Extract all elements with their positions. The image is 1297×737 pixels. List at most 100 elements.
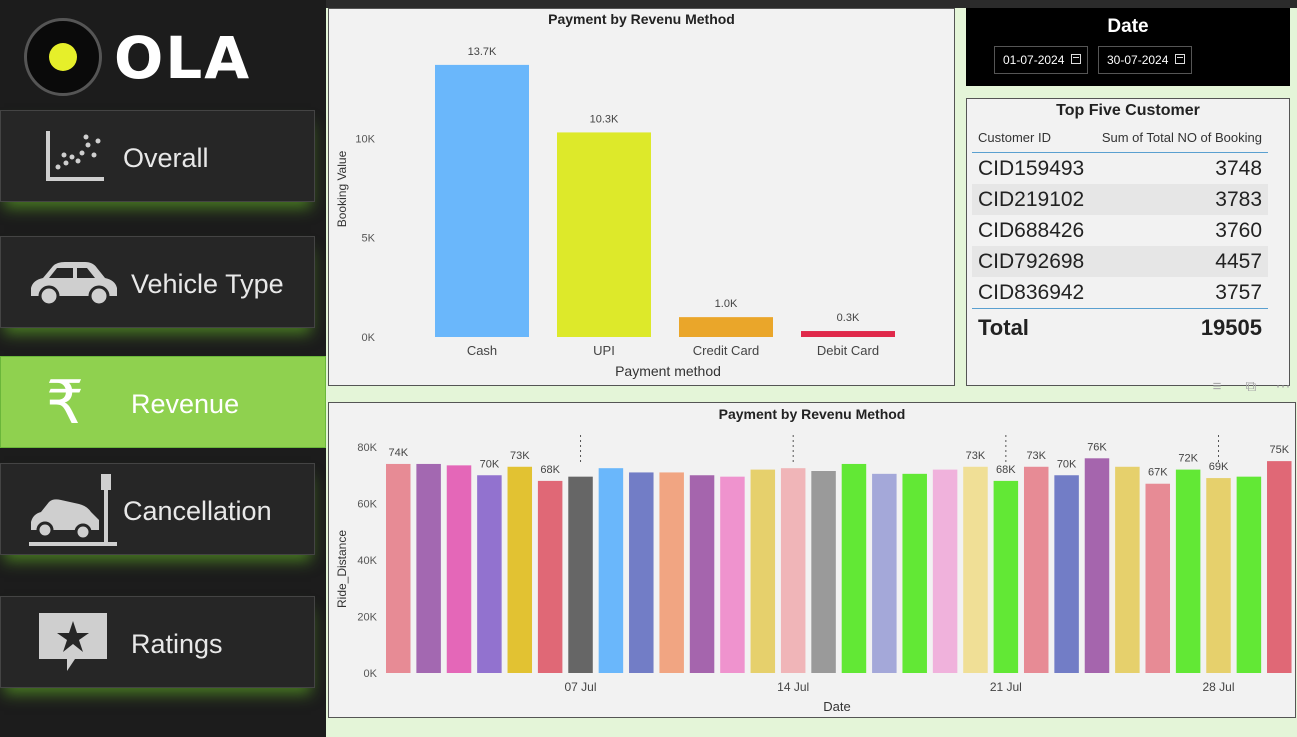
calendar-icon[interactable] xyxy=(1071,54,1081,64)
car-crash-icon xyxy=(27,474,119,546)
ride-distance-bar-chart: 0K 20K 40K 60K 80K 74K 70K 73K 68K 73K 68K 73K 70K 76… xyxy=(335,435,1292,714)
data-label: 73K xyxy=(966,450,986,462)
data-label: 74K xyxy=(388,447,408,459)
table-row: CID688426 3760 xyxy=(972,215,1268,246)
bar xyxy=(1023,466,1049,673)
data-label: 72K xyxy=(1178,453,1198,465)
nav-overall-label: Overall xyxy=(123,143,209,173)
customer-id-cell: CID792698 xyxy=(972,246,1093,277)
payment-method-chart-panel: Payment by Revenu Method 0K 5K 10K 13.7K Cas… xyxy=(328,8,955,386)
bar xyxy=(1267,461,1292,673)
bar xyxy=(841,463,867,673)
bar xyxy=(568,476,593,673)
bar xyxy=(1206,478,1231,673)
table-row: CID159493 3748 xyxy=(972,153,1268,185)
end-date-value: 30-07-2024 xyxy=(1107,53,1169,67)
nav-revenue-button[interactable]: ₹ Revenue xyxy=(0,356,326,448)
y-tick-label: 80K xyxy=(357,442,377,454)
bar xyxy=(993,480,1019,673)
bar xyxy=(1236,476,1262,673)
bar xyxy=(1084,458,1110,673)
bar xyxy=(477,475,502,673)
data-label: 75K xyxy=(1269,444,1289,456)
nav-overall-button[interactable]: Overall xyxy=(0,110,315,202)
nav-ratings-button[interactable]: Ratings xyxy=(0,596,315,688)
x-axis-label: Payment method xyxy=(615,363,721,379)
calendar-icon[interactable] xyxy=(1175,54,1185,64)
bookings-cell: 3748 xyxy=(1215,156,1262,180)
bar xyxy=(1115,466,1140,673)
col-header-total-bookings[interactable]: Sum of Total NO of Booking xyxy=(1092,122,1268,153)
data-label: 67K xyxy=(1148,467,1168,479)
top-customers-table: Customer ID Sum of Total NO of Booking C… xyxy=(972,122,1268,347)
x-tick-label: 21 Jul xyxy=(990,680,1022,694)
y-tick-label: 10K xyxy=(355,133,375,145)
logo-ring-icon xyxy=(24,18,102,96)
table-row: CID792698 4457 xyxy=(972,246,1268,277)
y-axis-label: Booking Value xyxy=(335,150,349,227)
customer-id-cell: CID159493 xyxy=(978,156,1085,180)
start-date-value: 01-07-2024 xyxy=(1003,53,1065,67)
data-label: 70K xyxy=(1057,458,1077,470)
bar xyxy=(557,132,651,337)
bar xyxy=(598,468,624,673)
payment-method-bar-chart: 0K 5K 10K 13.7K Cash 10.3K UPI 1.0K Credit Card 0… xyxy=(335,46,895,379)
car-icon xyxy=(27,249,119,317)
bar xyxy=(416,463,441,673)
y-tick-label: 0K xyxy=(364,668,378,680)
data-label: 13.7K xyxy=(468,46,497,58)
nav-cancellation-button[interactable]: Cancellation xyxy=(0,463,315,555)
data-label: 69K xyxy=(1209,461,1229,473)
nav-vehicle-type-button[interactable]: Vehicle Type xyxy=(0,236,315,328)
x-axis-label: Date xyxy=(823,699,850,714)
col-header-customer-id[interactable]: Customer ID xyxy=(972,122,1093,153)
bar xyxy=(801,331,895,337)
table-row: CID219102 3783 xyxy=(972,184,1268,215)
sidebar: OLA Overall Vehicle Type ₹ Revenue Cance… xyxy=(0,0,326,737)
y-axis-label: Ride_Distance xyxy=(335,530,349,608)
bar xyxy=(446,465,472,673)
customer-id-cell: CID836942 xyxy=(978,280,1085,304)
bar xyxy=(659,472,684,673)
customer-id-cell: CID219102 xyxy=(972,184,1093,215)
nav-cancellation-label: Cancellation xyxy=(123,496,272,526)
total-row: Total 19505 xyxy=(972,308,1268,347)
total-value: 19505 xyxy=(1092,308,1268,347)
date-filter-panel: Date 01-07-2024 30-07-2024 xyxy=(966,8,1290,86)
rupee-icon: ₹ xyxy=(45,368,85,438)
bar xyxy=(1145,483,1170,673)
data-label: 68K xyxy=(996,464,1016,476)
focus-mode-icon[interactable]: ⧉ xyxy=(1238,374,1264,400)
data-label: 76K xyxy=(1087,441,1107,453)
bar xyxy=(679,317,773,337)
x-tick-label: 28 Jul xyxy=(1202,680,1234,694)
table-row: CID836942 3757 xyxy=(972,277,1268,309)
bookings-cell: 3757 xyxy=(1215,280,1262,304)
bookings-cell: 4457 xyxy=(1092,246,1268,277)
bar xyxy=(811,471,836,673)
star-chat-icon xyxy=(27,609,119,677)
filter-icon[interactable]: ≡ xyxy=(1204,374,1230,400)
more-options-icon[interactable]: ⋯ xyxy=(1270,374,1296,400)
bookings-cell: 3760 xyxy=(1215,218,1262,242)
bar xyxy=(507,466,533,673)
x-tick-label: Cash xyxy=(467,343,497,358)
top-customers-title: Top Five Customer xyxy=(1056,102,1200,119)
y-tick-label: 40K xyxy=(357,555,377,567)
nav-ratings-label: Ratings xyxy=(131,629,223,659)
y-tick-label: 5K xyxy=(362,233,376,245)
bar xyxy=(537,480,563,673)
ride-distance-chart-panel: Payment by Revenu Method 0K 20K 40K 60K 80K 7… xyxy=(328,402,1296,718)
bar xyxy=(963,466,988,673)
x-tick-label: 14 Jul xyxy=(777,680,809,694)
bar xyxy=(750,469,776,673)
bar xyxy=(872,473,897,673)
bar xyxy=(932,469,958,673)
start-date-input[interactable]: 01-07-2024 xyxy=(994,46,1088,74)
x-tick-label: Debit Card xyxy=(817,343,879,358)
y-tick-label: 20K xyxy=(357,612,377,624)
end-date-input[interactable]: 30-07-2024 xyxy=(1098,46,1192,74)
data-label: 1.0K xyxy=(715,298,738,310)
bar xyxy=(780,468,806,673)
bar xyxy=(435,64,529,338)
